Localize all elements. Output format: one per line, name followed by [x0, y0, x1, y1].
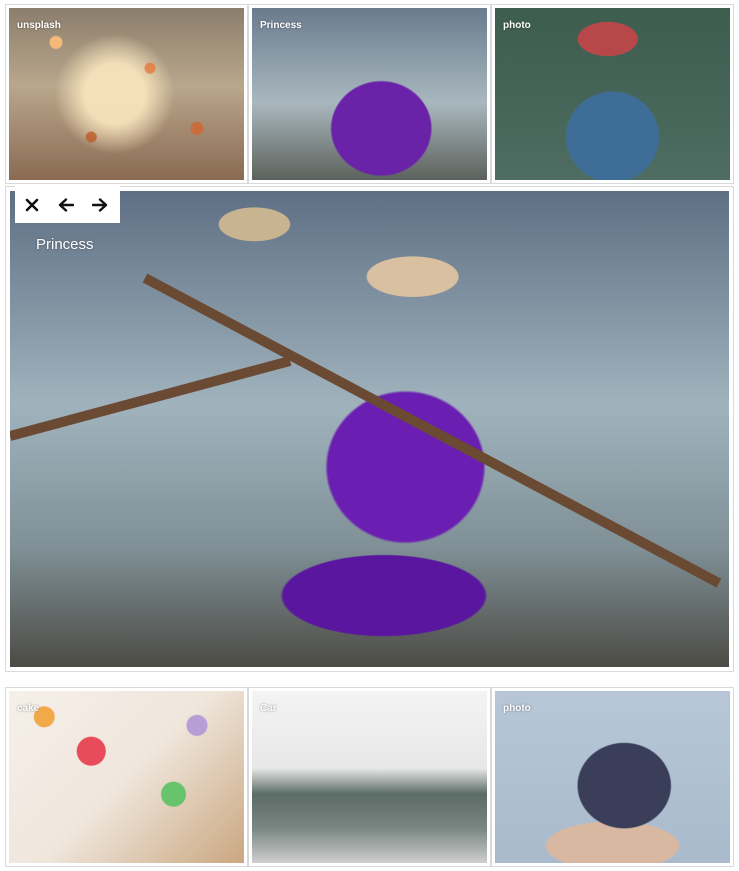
thumb-label: cake: [17, 703, 40, 714]
thumb-label: Princess: [260, 20, 302, 31]
close-icon: [25, 198, 39, 211]
thumb-image: [252, 8, 487, 180]
prev-button[interactable]: [49, 186, 83, 223]
thumb-label: unsplash: [17, 20, 61, 31]
thumb-image: [252, 691, 487, 863]
arrow-right-icon: [92, 197, 108, 212]
next-button[interactable]: [83, 186, 117, 223]
thumb-label: Car: [260, 703, 277, 714]
gallery-thumb-unsplash[interactable]: unsplash: [5, 4, 248, 184]
thumb-image: [495, 8, 730, 180]
thumb-image: [9, 691, 244, 863]
thumb-label: photo: [503, 703, 531, 714]
viewer-caption: Princess: [36, 236, 94, 253]
oar-left: [10, 356, 292, 441]
gallery-thumb-cake[interactable]: cake: [5, 687, 248, 867]
viewer-controls: [15, 186, 120, 223]
viewer-image: [10, 191, 729, 667]
thumb-label: photo: [503, 20, 531, 31]
close-button[interactable]: [15, 186, 49, 223]
gallery-thumb-photo[interactable]: photo: [491, 4, 734, 184]
oar-main: [142, 273, 722, 588]
arrow-left-icon: [58, 197, 74, 212]
gallery-thumb-photo-grapes[interactable]: photo: [491, 687, 734, 867]
lightbox-viewer: [5, 186, 734, 672]
gallery-thumb-princess[interactable]: Princess: [248, 4, 491, 184]
thumb-image: [9, 8, 244, 180]
thumb-image: [495, 691, 730, 863]
gallery-thumb-car[interactable]: Car: [248, 687, 491, 867]
